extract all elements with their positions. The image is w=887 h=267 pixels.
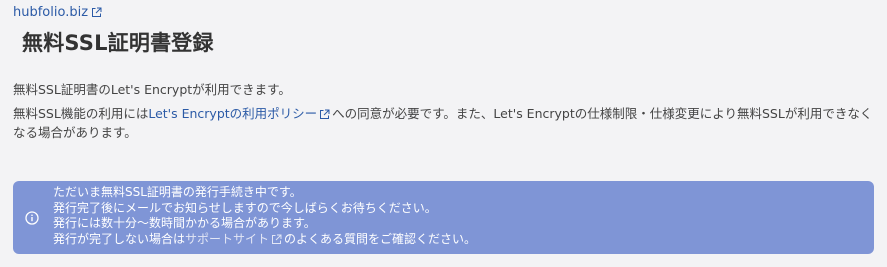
domain-link[interactable]: hubfolio.biz bbox=[13, 5, 102, 20]
external-link-icon bbox=[271, 234, 282, 245]
domain-label: hubfolio.biz bbox=[13, 5, 89, 20]
info-icon bbox=[25, 210, 39, 225]
support-link-label: サポートサイト bbox=[185, 231, 270, 246]
notice-line-3: 発行には数十分〜数時間かかる場合があります。 bbox=[53, 216, 316, 230]
external-link-icon bbox=[319, 109, 330, 120]
page-title: 無料SSL証明書登録 bbox=[22, 31, 214, 55]
notice-line-4: 発行が完了しない場合はサポートサイト のよくある質問をご確認ください。 bbox=[53, 232, 476, 248]
description-line-2: 無料SSL機能の利用にはLet's Encryptの利用ポリシー への同意が必要で… bbox=[13, 104, 883, 142]
description-line-1: 無料SSL証明書のLet's Encryptが利用できます。 bbox=[13, 82, 291, 97]
notice-line-2: 発行完了後にメールでお知らせしますので今しばらくお待ちください。 bbox=[53, 200, 437, 215]
support-site-link[interactable]: サポートサイト bbox=[185, 232, 284, 246]
letsencrypt-policy-link[interactable]: Let's Encryptの利用ポリシー bbox=[148, 106, 332, 121]
notice-line-4-pre: 発行が完了しない場合は bbox=[53, 231, 186, 246]
notice-text: ただいま無料SSL証明書の発行手続き中です。 発行完了後にメールでお知らせします… bbox=[53, 185, 476, 247]
notice-line-1: ただいま無料SSL証明書の発行手続き中です。 bbox=[53, 185, 302, 199]
notice-line-4-post: のよくある質問をご確認ください。 bbox=[284, 231, 477, 246]
ssl-status-notice: ただいま無料SSL証明書の発行手続き中です。 発行完了後にメールでお知らせします… bbox=[13, 181, 874, 254]
page: hubfolio.biz 無料SSL証明書登録 無料SSL証明書のLet's E… bbox=[0, 0, 887, 267]
description-text-pre: 無料SSL機能の利用には bbox=[13, 106, 149, 121]
policy-link-label: Let's Encryptの利用ポリシー bbox=[148, 106, 318, 121]
external-link-icon bbox=[91, 7, 102, 18]
